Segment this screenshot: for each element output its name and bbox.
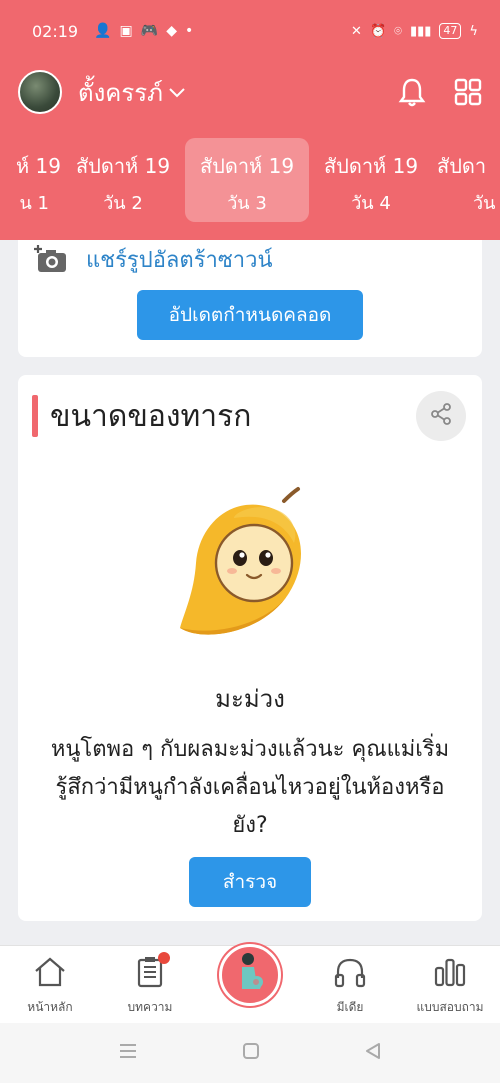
section-accent-bar <box>32 395 38 437</box>
chevron-down-icon[interactable] <box>169 82 185 103</box>
week-day-selector: ห์ 19 น 1 สัปดาห์ 19 วัน 2 สัปดาห์ 19 วั… <box>0 138 500 222</box>
system-navigation-bar <box>0 1023 500 1083</box>
section-title: ขนาดของทารก <box>50 399 252 434</box>
nav-media-label: มีเดีย <box>336 1000 364 1014</box>
notification-icons: 👤 ▣ 🎮 ◆ • <box>94 23 193 39</box>
system-icons: ✕ ⏰ ⌾ ▮▮▮ 47 ϟ <box>351 23 478 39</box>
charging-icon: ϟ <box>469 23 478 39</box>
grid-menu-icon[interactable] <box>454 78 482 106</box>
back-icon[interactable] <box>364 1042 382 1064</box>
baby-size-card: ขนาดของทารก มะม่วง หนูโตพอ ๆ กับผลมะม่วง… <box>18 375 482 921</box>
headphones-icon <box>333 956 367 991</box>
app2-icon: ◆ <box>166 23 177 39</box>
week-label: สัปดาห์ 19 <box>75 154 171 178</box>
dot-icon: • <box>185 23 194 39</box>
day-label: วัน 3 <box>227 193 267 214</box>
week-label: ห์ 19 <box>16 154 61 178</box>
signal-icon: ▮▮▮ <box>409 23 432 39</box>
status-bar: 02:19 👤 ▣ 🎮 ◆ • ✕ ⏰ ⌾ ▮▮▮ 47 ϟ <box>0 0 500 62</box>
week-label: สัปดาห์ 19 <box>323 154 419 178</box>
add-photo-icon <box>34 243 68 277</box>
share-photo-label: แชร์รูปอัลตร้าซาวน์ <box>86 248 273 273</box>
mango-illustration <box>174 483 324 647</box>
gamepad-icon: 🎮 <box>140 23 159 39</box>
baby-size-description: หนูโตพอ ๆ กับผลมะม่วงแล้วนะ คุณแม่เริ่มร… <box>50 737 450 838</box>
avatar[interactable] <box>18 70 62 114</box>
day-label: วัน 4 <box>351 193 391 214</box>
notification-badge <box>158 952 170 964</box>
week-tab[interactable]: ห์ 19 น 1 <box>0 138 61 222</box>
recent-apps-icon[interactable] <box>118 1043 138 1063</box>
week-tab-active[interactable]: สัปดาห์ 19 วัน 3 <box>185 138 309 222</box>
due-date-card: แชร์รูปอัลตร้าซาวน์ อัปเดตกำหนดคลอด <box>18 240 482 357</box>
home-button-icon[interactable] <box>242 1042 260 1064</box>
explore-button[interactable]: สำรวจ <box>189 857 311 907</box>
app-icon: ▣ <box>119 23 133 39</box>
update-due-date-button[interactable]: อัปเดตกำหนดคลอด <box>137 290 363 340</box>
bell-icon[interactable] <box>398 77 426 107</box>
fruit-name: มะม่วง <box>215 685 285 713</box>
profile-header: ตั้งครรภ์ <box>0 62 500 122</box>
status-time: 02:19 <box>32 21 79 41</box>
alarm-icon: ⏰ <box>369 23 387 39</box>
share-icon <box>429 402 453 430</box>
top-header: 02:19 👤 ▣ 🎮 ◆ • ✕ ⏰ ⌾ ▮▮▮ 47 ϟ ตั้งครรภ์ <box>0 0 500 240</box>
bar-chart-icon <box>433 956 467 991</box>
mute-icon: ✕ <box>351 23 362 39</box>
day-label: น 1 <box>19 193 49 214</box>
home-icon <box>33 956 67 991</box>
week-label: สัปดา <box>437 154 487 178</box>
username[interactable]: ตั้งครรภ์ <box>78 73 163 112</box>
pregnancy-center-button[interactable] <box>219 944 281 1006</box>
person-icon: 👤 <box>94 23 112 39</box>
share-ultrasound-link[interactable]: แชร์รูปอัลตร้าซาวน์ <box>34 242 273 277</box>
nav-quiz-label: แบบสอบถาม <box>416 1000 484 1014</box>
pregnant-woman-icon <box>230 951 270 999</box>
week-label: สัปดาห์ 19 <box>199 154 295 178</box>
share-button[interactable] <box>416 391 466 441</box>
battery-icon: 47 <box>439 23 462 39</box>
day-label: วัน 2 <box>103 193 143 214</box>
location-icon: ⌾ <box>394 23 402 39</box>
day-label: วัน <box>473 193 496 214</box>
week-tab[interactable]: สัปดาห์ 19 วัน 4 <box>309 138 433 222</box>
week-tab[interactable]: สัปดาห์ 19 วัน 2 <box>61 138 185 222</box>
week-tab[interactable]: สัปดา วัน <box>433 138 500 222</box>
nav-articles-label: บทความ <box>127 1000 173 1014</box>
bottom-navigation: หน้าหลัก บทความ มีเดีย แบบสอบถาม <box>0 944 500 1023</box>
nav-home-label: หน้าหลัก <box>27 1000 73 1014</box>
